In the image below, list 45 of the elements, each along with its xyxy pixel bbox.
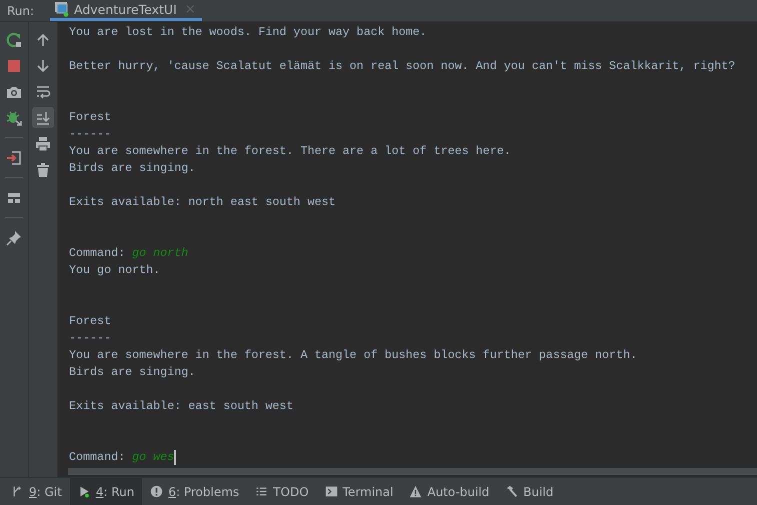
output-line: You are somewhere in the forest. There are a lot of trees here.: [69, 143, 511, 160]
output-line: ------: [69, 330, 112, 347]
output-line: Exits available: north east south west: [69, 194, 336, 211]
terminal-icon: [324, 485, 338, 498]
branch-icon: [11, 485, 24, 498]
output-line: ------: [69, 126, 112, 143]
rerun-icon[interactable]: [6, 32, 22, 48]
prompt-label: Command:: [69, 245, 126, 262]
tool-window-button[interactable]: Terminal: [316, 478, 402, 505]
output-line: Forest: [69, 109, 112, 126]
list-icon: [255, 485, 268, 498]
down-arrow-icon[interactable]: [35, 58, 51, 74]
hammer-icon: [505, 485, 518, 498]
stop-icon[interactable]: [6, 58, 22, 74]
exclamation-icon: [150, 485, 164, 498]
output-line: You go north.: [69, 262, 160, 279]
tool-window-button[interactable]: 4: Run: [70, 478, 142, 505]
up-arrow-icon[interactable]: [35, 32, 51, 48]
command-input[interactable]: go wes: [132, 449, 174, 466]
run-tab[interactable]: AdventureTextUI ×: [50, 0, 202, 21]
output-line: Forest: [69, 313, 112, 330]
tool-window-button[interactable]: 6: Problems: [142, 478, 248, 505]
scrollbar[interactable]: [68, 468, 757, 475]
tool-window-button[interactable]: TODO: [247, 478, 317, 505]
output-line: You are lost in the woods. Find your way back home.: [69, 24, 427, 41]
output-line: You are somewhere in the forest. A tangle of bushes blocks further passage north.: [69, 347, 638, 364]
pin-icon[interactable]: [6, 230, 22, 246]
printer-icon[interactable]: [35, 136, 51, 152]
command-input[interactable]: go north: [132, 245, 188, 262]
panel-label: Run:: [6, 2, 36, 20]
trash-icon[interactable]: [35, 162, 51, 178]
soft-wrap-icon[interactable]: [35, 84, 51, 100]
tool-window-button[interactable]: Build: [497, 478, 562, 505]
exit-icon[interactable]: [6, 150, 22, 166]
tool-window-button[interactable]: Auto-build: [401, 478, 498, 505]
bug-icon[interactable]: [6, 110, 22, 126]
output-line: Exits available: east south west: [69, 398, 294, 415]
tool-window-button[interactable]: 9: Git: [3, 478, 70, 505]
output-line: Better hurry, 'cause Scalatut elämät is on real soon now. And you can't miss Scalkkarit, right?: [69, 58, 736, 75]
prompt-label: Command:: [69, 449, 126, 466]
warning-icon: [409, 485, 422, 498]
play-icon: [78, 485, 91, 498]
output-line: Birds are singing.: [69, 160, 196, 177]
scroll-to-end-icon[interactable]: [35, 110, 51, 126]
output-line: Birds are singing.: [69, 364, 196, 381]
